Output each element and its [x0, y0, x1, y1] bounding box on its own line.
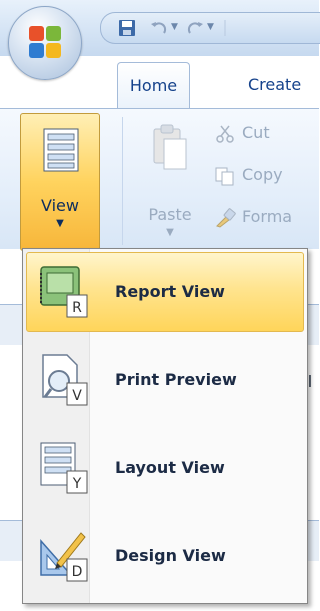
- format-painter-icon: [216, 207, 236, 228]
- view-dropdown-menu: R Report View V Print Preview Y Layout V…: [22, 248, 308, 604]
- report-view-letter: R: [72, 300, 82, 316]
- view-button[interactable]: View ▼: [20, 113, 100, 251]
- scissors-icon: [216, 125, 234, 143]
- format-painter-label: Forma: [242, 207, 293, 226]
- menu-item-layout-view[interactable]: Y Layout View: [26, 428, 304, 508]
- ribbon: View ▼ Paste ▼ Cut Copy Forma: [0, 108, 319, 251]
- menu-item-design-view[interactable]: D Design View: [26, 516, 304, 596]
- view-dropdown-icon: ▼: [56, 218, 64, 229]
- menu-item-label: Print Preview: [115, 370, 237, 389]
- copy-label: Copy: [242, 165, 283, 184]
- office-logo-icon: [29, 26, 61, 58]
- office-button[interactable]: [8, 6, 82, 80]
- menu-item-print-preview[interactable]: V Print Preview: [26, 340, 304, 420]
- paste-dropdown-icon: ▼: [166, 227, 174, 238]
- quick-access-toolbar: ▼ ▼: [100, 12, 320, 44]
- save-icon[interactable]: [117, 18, 137, 38]
- print-preview-letter: V: [72, 388, 82, 404]
- undo-icon[interactable]: [149, 18, 169, 38]
- ribbon-separator: [122, 117, 123, 245]
- copy-icon: [215, 167, 234, 185]
- cut-label: Cut: [242, 123, 270, 142]
- cut-button[interactable]: Cut: [214, 123, 270, 153]
- design-view-icon: D: [40, 532, 88, 582]
- report-view-icon: R: [40, 266, 88, 318]
- view-button-label: View: [41, 196, 79, 215]
- menu-item-report-view[interactable]: R Report View: [26, 252, 304, 332]
- print-preview-icon: V: [42, 354, 88, 406]
- undo-dropdown-icon[interactable]: ▼: [171, 22, 178, 32]
- menu-item-label: Report View: [115, 282, 225, 301]
- menu-item-label: Layout View: [115, 458, 225, 477]
- tab-home[interactable]: Home: [117, 62, 190, 109]
- redo-dropdown-icon[interactable]: ▼: [207, 22, 214, 32]
- redo-icon[interactable]: [185, 18, 205, 38]
- menu-item-label: Design View: [115, 546, 226, 565]
- paste-button[interactable]: Paste ▼: [140, 123, 200, 243]
- paste-label: Paste: [148, 205, 192, 224]
- layout-view-letter: Y: [72, 476, 82, 492]
- design-view-letter: D: [72, 564, 83, 580]
- qat-separator-icon: [224, 20, 226, 36]
- paste-icon: [153, 124, 187, 170]
- view-icon: [43, 128, 79, 172]
- format-painter-button[interactable]: Forma: [214, 207, 292, 237]
- copy-button[interactable]: Copy: [214, 165, 283, 195]
- tab-create[interactable]: Create: [234, 62, 315, 108]
- layout-view-icon: Y: [40, 442, 88, 494]
